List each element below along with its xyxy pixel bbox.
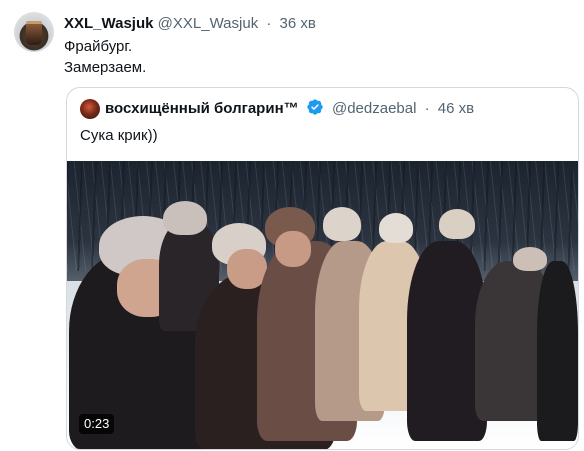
- video-duration-badge: 0:23: [79, 414, 115, 434]
- quoted-author-handle[interactable]: @dedzaebal: [332, 100, 416, 117]
- tweet-time[interactable]: 36 хв: [280, 15, 316, 32]
- author-avatar[interactable]: [14, 12, 54, 52]
- separator-dot: ·: [424, 100, 430, 117]
- tweet-text-line: Замерзаем.: [64, 59, 147, 76]
- separator-dot: ·: [266, 15, 272, 32]
- verified-badge-icon: [306, 98, 324, 123]
- tweet[interactable]: XXL_Wasjuk @XXL_Wasjuk · 36 хв Фрайбург.…: [0, 0, 584, 451]
- video-figure: [513, 247, 547, 271]
- quoted-author-avatar[interactable]: [80, 99, 100, 119]
- coffee-cup-image: [26, 21, 42, 45]
- video-figure: [323, 207, 361, 241]
- quoted-tweet-header: восхищённый болгарин™ @dedzaebal · 46 хв: [105, 98, 474, 123]
- video-player[interactable]: 0:23: [67, 161, 578, 449]
- quoted-author-name[interactable]: восхищённый болгарин™: [105, 100, 299, 117]
- video-figure: [163, 201, 207, 235]
- video-figure: [379, 213, 413, 243]
- video-figure: [275, 231, 311, 267]
- video-figure: [537, 261, 578, 441]
- author-handle[interactable]: @XXL_Wasjuk: [158, 15, 259, 32]
- tweet-text: Фрайбург. Замерзаем.: [64, 36, 146, 78]
- tweet-text-line: Фрайбург.: [64, 38, 133, 55]
- quoted-tweet-text: Сука крик)): [80, 127, 158, 144]
- quoted-tweet[interactable]: восхищённый болгарин™ @dedzaebal · 46 хв…: [66, 87, 579, 450]
- tweet-header: XXL_Wasjuk @XXL_Wasjuk · 36 хв: [64, 14, 316, 34]
- author-name[interactable]: XXL_Wasjuk: [64, 15, 153, 32]
- video-figure: [439, 209, 475, 239]
- quoted-tweet-time[interactable]: 46 хв: [438, 100, 474, 117]
